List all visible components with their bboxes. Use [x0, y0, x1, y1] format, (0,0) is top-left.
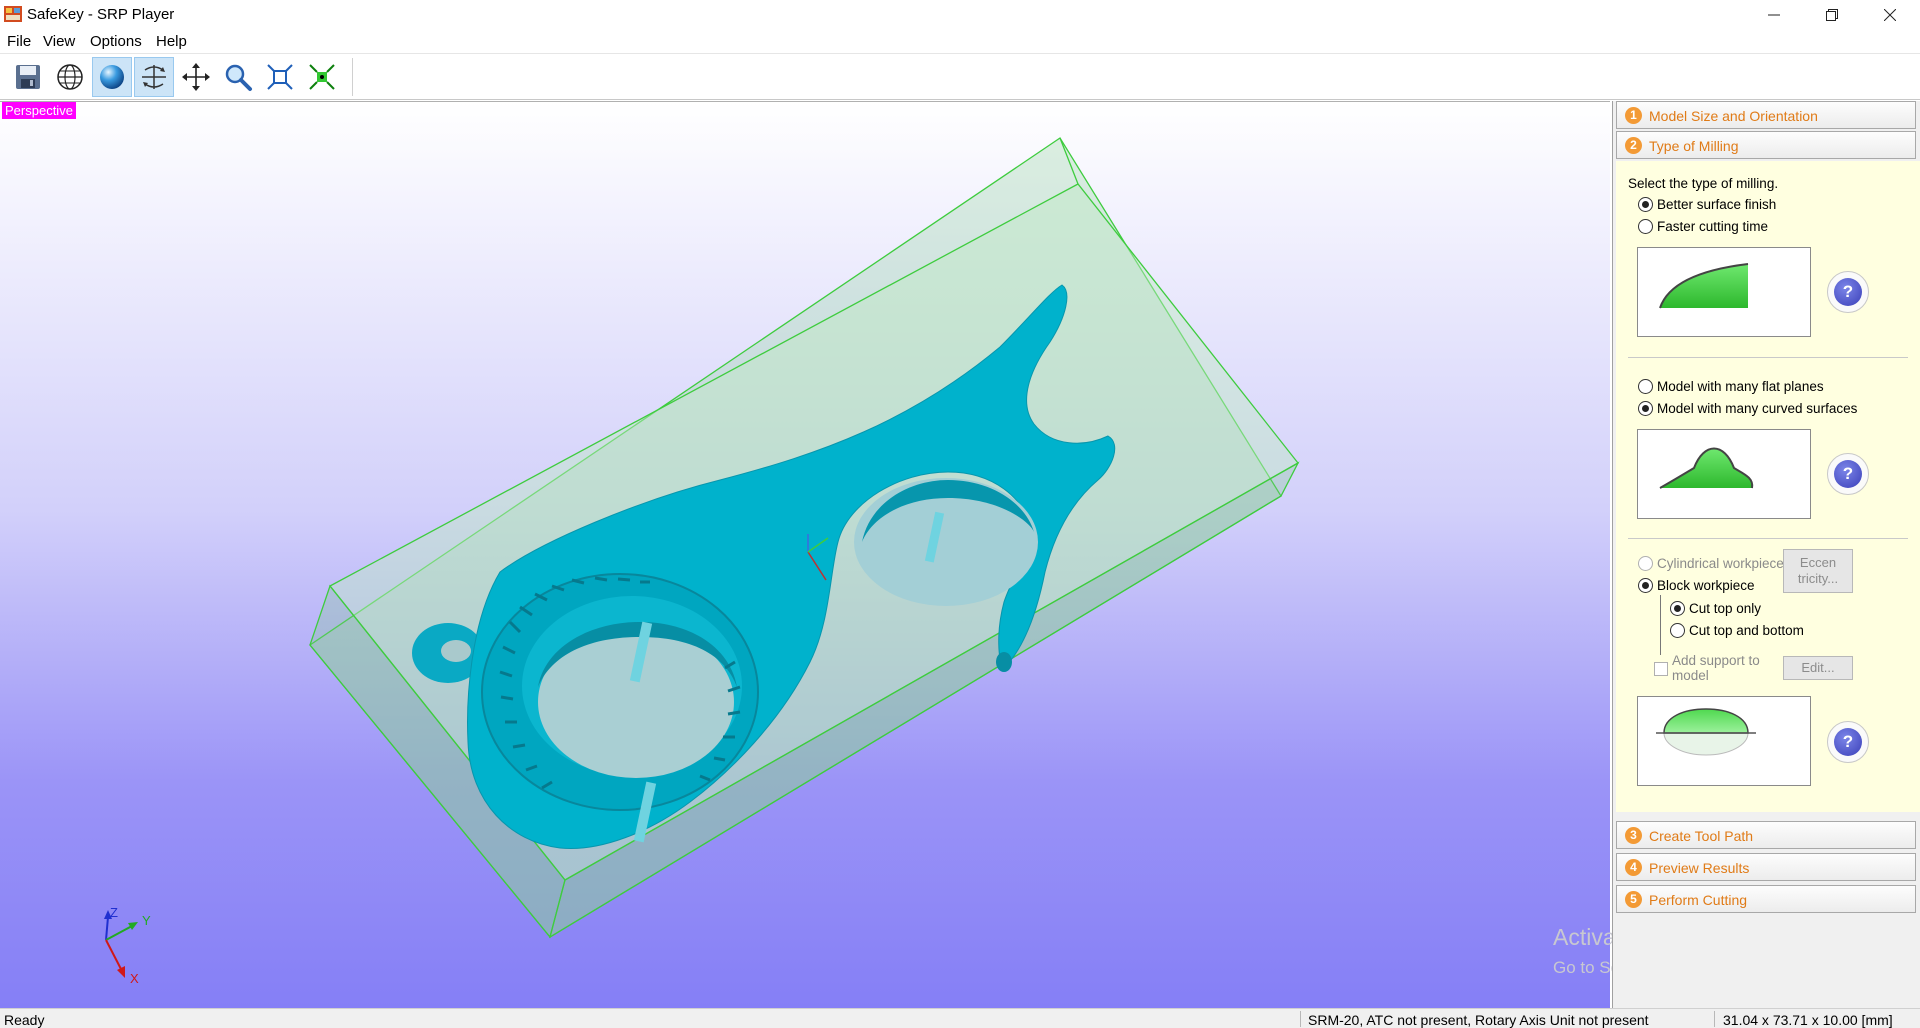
step-number: 3	[1625, 827, 1642, 844]
rotate-button[interactable]	[134, 57, 174, 97]
label-flat-planes[interactable]: Model with many flat planes	[1657, 379, 1824, 394]
fit-button[interactable]	[260, 57, 300, 97]
step-type-of-milling[interactable]: 2 Type of Milling	[1616, 131, 1916, 159]
label-cylindrical-workpiece: Cylindrical workpiece	[1657, 556, 1784, 571]
restore-icon	[1826, 9, 1838, 21]
status-separator	[1714, 1011, 1715, 1027]
minimize-button[interactable]	[1745, 0, 1803, 30]
step-label: Create Tool Path	[1649, 828, 1754, 844]
status-bar: Ready SRM-20, ATC not present, Rotary Ax…	[0, 1008, 1920, 1028]
step-number: 5	[1625, 891, 1642, 908]
zoom-selection-button[interactable]	[302, 57, 342, 97]
wizard-panel: 1 Model Size and Orientation 2 Type of M…	[1612, 101, 1920, 1008]
pan-button[interactable]	[176, 57, 216, 97]
surface-preview	[1637, 429, 1811, 519]
shaded-sphere-icon	[100, 65, 124, 89]
menu-options[interactable]: Options	[90, 33, 142, 50]
move-arrows-icon	[182, 63, 210, 91]
label-add-support-2: model	[1672, 668, 1709, 683]
close-button[interactable]	[1861, 0, 1919, 30]
axis-y-label: Y	[142, 913, 151, 928]
label-faster-cutting[interactable]: Faster cutting time	[1657, 219, 1768, 234]
axis-triad: Z Y X	[104, 905, 151, 986]
step-number: 2	[1625, 137, 1642, 154]
fit-to-screen-icon	[267, 64, 293, 90]
label-block-workpiece[interactable]: Block workpiece	[1657, 578, 1755, 593]
radio-cut-top-bottom[interactable]	[1670, 623, 1685, 638]
restore-button[interactable]	[1803, 0, 1861, 30]
label-better-surface[interactable]: Better surface finish	[1657, 197, 1776, 212]
divider	[1628, 357, 1908, 358]
menu-file[interactable]: File	[7, 33, 31, 50]
save-icon	[16, 65, 40, 89]
toolbar	[0, 54, 1920, 100]
magnifier-icon	[225, 64, 252, 91]
help-button-finish[interactable]: ?	[1827, 271, 1869, 313]
step-number: 1	[1625, 107, 1642, 124]
menu-help[interactable]: Help	[156, 33, 187, 50]
edit-support-button: Edit...	[1783, 656, 1853, 680]
toolbar-separator	[352, 58, 353, 96]
status-dimensions: 31.04 x 73.71 x 10.00 [mm]	[1723, 1012, 1893, 1028]
status-separator	[1300, 1011, 1301, 1027]
axis-z-label: Z	[110, 905, 118, 920]
label-curved-surfaces[interactable]: Model with many curved surfaces	[1657, 401, 1857, 416]
eccentricity-label-2: tricity...	[1797, 571, 1839, 586]
radio-cylindrical-workpiece	[1638, 556, 1653, 571]
window-title: SafeKey - SRP Player	[27, 6, 175, 23]
wireframe-button[interactable]	[50, 57, 90, 97]
step-perform-cutting[interactable]: 5 Perform Cutting	[1616, 885, 1916, 913]
close-icon	[1884, 9, 1896, 21]
viewport-3d[interactable]: Z Y X Perspective	[0, 101, 1610, 1008]
step-model-size[interactable]: 1 Model Size and Orientation	[1616, 101, 1916, 129]
step-label: Perform Cutting	[1649, 892, 1748, 908]
menu-view[interactable]: View	[43, 33, 75, 50]
zoom-button[interactable]	[218, 57, 258, 97]
label-add-support-1: Add support to	[1672, 653, 1760, 668]
app-icon	[4, 6, 22, 22]
radio-better-surface[interactable]	[1638, 197, 1653, 212]
eccentricity-button: Eccen tricity...	[1783, 549, 1853, 593]
radio-cut-top-only[interactable]	[1670, 601, 1685, 616]
step-label: Type of Milling	[1649, 138, 1739, 154]
help-icon: ?	[1834, 278, 1862, 306]
workpiece-preview	[1637, 696, 1811, 786]
globe-wireframe-icon	[57, 64, 83, 90]
help-icon: ?	[1834, 460, 1862, 488]
radio-flat-planes[interactable]	[1638, 379, 1653, 394]
zoom-selection-icon	[309, 64, 335, 90]
eccentricity-label-1: Eccen	[1799, 555, 1837, 570]
minimize-icon	[1768, 14, 1780, 16]
menu-bar: File View Options Help	[0, 30, 1920, 54]
help-icon: ?	[1834, 728, 1862, 756]
axis-x-label: X	[130, 971, 139, 986]
step-number: 4	[1625, 859, 1642, 876]
step-preview-results[interactable]: 4 Preview Results	[1616, 853, 1916, 881]
label-cut-top-only[interactable]: Cut top only	[1689, 601, 1761, 616]
shaded-button[interactable]	[92, 57, 132, 97]
help-button-surface[interactable]: ?	[1827, 453, 1869, 495]
step-create-tool-path[interactable]: 3 Create Tool Path	[1616, 821, 1916, 849]
help-button-workpiece[interactable]: ?	[1827, 721, 1869, 763]
finish-preview	[1637, 247, 1811, 337]
status-ready: Ready	[4, 1012, 45, 1028]
divider	[1628, 538, 1908, 539]
milling-options-pane: Select the type of milling. Better surfa…	[1616, 161, 1920, 812]
radio-curved-surfaces[interactable]	[1638, 401, 1653, 416]
radio-block-workpiece[interactable]	[1638, 578, 1653, 593]
checkbox-add-support	[1654, 662, 1668, 676]
step-label: Preview Results	[1649, 860, 1750, 876]
model-scene[interactable]: Z Y X	[0, 102, 1610, 1008]
status-machine: SRM-20, ATC not present, Rotary Axis Uni…	[1308, 1012, 1649, 1028]
radio-faster-cutting[interactable]	[1638, 219, 1653, 234]
perspective-label: Perspective	[2, 102, 76, 119]
save-button[interactable]	[8, 57, 48, 97]
milling-prompt: Select the type of milling.	[1628, 176, 1779, 191]
title-bar: SafeKey - SRP Player	[0, 0, 1920, 30]
step-label: Model Size and Orientation	[1649, 108, 1818, 124]
tree-line	[1660, 595, 1661, 655]
label-cut-top-bottom[interactable]: Cut top and bottom	[1689, 623, 1804, 638]
rotate-axes-icon	[142, 65, 166, 89]
